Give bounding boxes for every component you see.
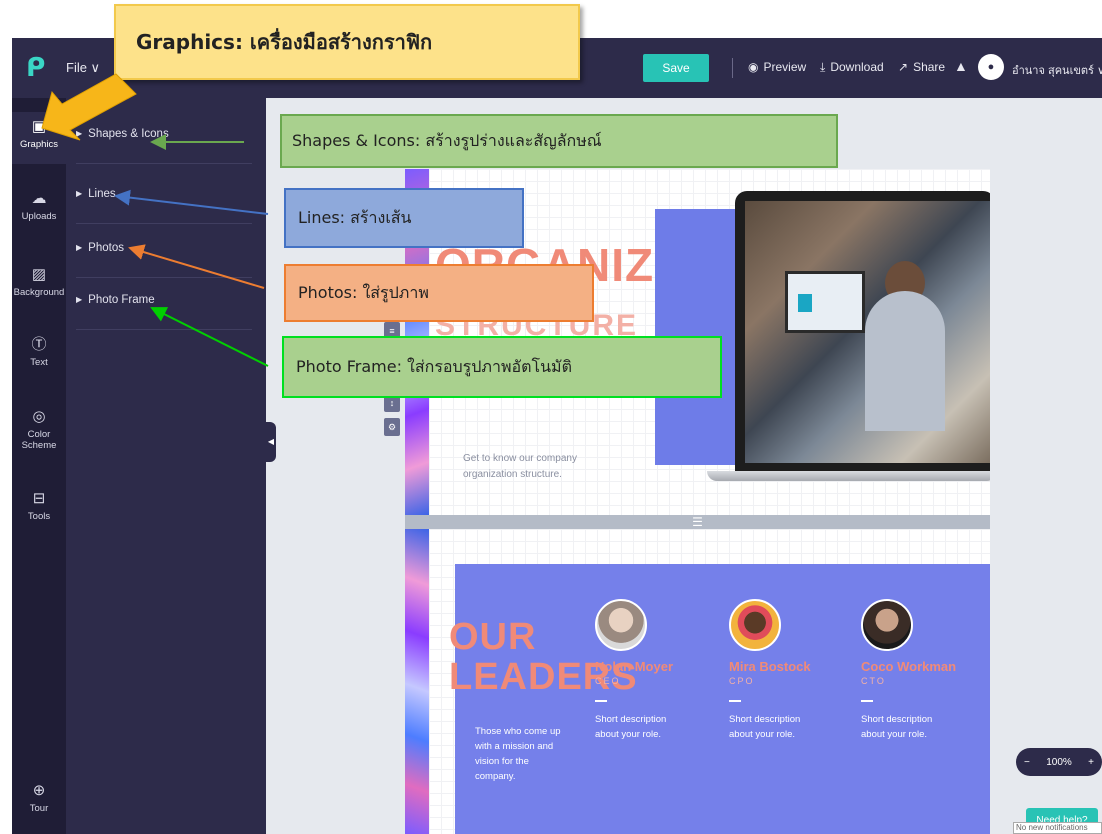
- leader-role: CTO: [861, 676, 886, 686]
- block-drag-handle[interactable]: ☰: [405, 515, 990, 529]
- leader-card[interactable]: Nolan Moyer CEO Short description about …: [595, 599, 715, 742]
- leader-card[interactable]: Coco Workman CTO Short description about…: [861, 599, 981, 742]
- eye-icon: ◉: [748, 60, 759, 74]
- sidebar-item-graphics[interactable]: ▣ Graphics: [12, 112, 66, 164]
- panel-item-photos[interactable]: ▶ Photos: [76, 228, 252, 278]
- sidebar-item-uploads[interactable]: ☁ Uploads: [12, 190, 66, 222]
- avatar: [861, 599, 913, 651]
- app-logo-icon[interactable]: ᑭ: [26, 54, 48, 82]
- caret-right-icon: ▶: [76, 129, 83, 138]
- sidebar-item-color-scheme[interactable]: ◎ Color Scheme: [12, 408, 66, 451]
- notification-note: No new notifications: [1013, 822, 1102, 834]
- divider: [595, 700, 607, 702]
- gradient-stripe: [405, 529, 429, 834]
- sidebar-item-label: Text: [30, 357, 48, 368]
- caret-right-icon: ▶: [76, 243, 83, 252]
- panel-item-label: Lines: [88, 188, 116, 200]
- divider: [861, 700, 873, 702]
- preview-label: Preview: [763, 60, 807, 74]
- sidebar-item-label: Uploads: [21, 211, 57, 222]
- panel-item-label: Photo Frame: [88, 294, 155, 306]
- monitor-in-photo: [785, 271, 865, 333]
- image-icon: ▣: [31, 118, 47, 135]
- divider: [729, 700, 741, 702]
- download-label: Download: [830, 60, 884, 74]
- sidebar-item-tools[interactable]: ⊟ Tools: [12, 490, 66, 522]
- callout-shapes-icons: Shapes & Icons: สร้างรูปร่างและสัญลักษณ์: [280, 114, 838, 168]
- toolbox-icon: ⊟: [32, 490, 46, 507]
- sidebar-item-label: Background: [13, 287, 65, 298]
- text-icon: Ⓣ: [31, 336, 47, 353]
- sidebar-item-label: Tour: [29, 803, 49, 814]
- download-icon: ⤓: [820, 60, 826, 74]
- palette-icon: ◎: [32, 408, 46, 425]
- user-avatar[interactable]: ●: [978, 54, 1004, 80]
- upload-icon: ☁: [31, 190, 47, 207]
- zoom-control: − 100% +: [1016, 748, 1102, 776]
- block-settings-icon[interactable]: ⚙: [384, 418, 400, 436]
- slide-intro[interactable]: Those who come up with a mission and vis…: [475, 724, 565, 784]
- laptop-screen: [735, 191, 990, 471]
- leader-name: Mira Bostock: [729, 659, 811, 674]
- leader-description: Short description about your role.: [861, 714, 933, 740]
- left-icon-bar: ▣ Graphics ☁ Uploads ▨ Background Ⓣ Text…: [12, 98, 66, 834]
- person-in-photo: [865, 291, 945, 431]
- panel-item-shapes-icons[interactable]: ▶ Shapes & Icons: [76, 114, 252, 164]
- sidebar-item-text[interactable]: Ⓣ Text: [12, 336, 66, 368]
- sidebar-item-label: Color Scheme: [21, 429, 57, 451]
- leader-description: Short description about your role.: [595, 714, 667, 740]
- graphics-panel: ▶ Shapes & Icons ▶ Lines ▶ Photos ▶ Photo Fr…: [66, 98, 266, 834]
- background-icon: ▨: [31, 266, 47, 283]
- zoom-in-button[interactable]: +: [1088, 757, 1094, 768]
- slide-description[interactable]: Get to know our company organization str…: [463, 451, 623, 483]
- avatar: [595, 599, 647, 651]
- leader-description: Short description about your role.: [729, 714, 801, 740]
- download-button[interactable]: ⤓ Download: [820, 60, 884, 74]
- share-label: Share: [913, 60, 946, 74]
- leader-role: CPO: [729, 676, 755, 686]
- panel-item-label: Shapes & Icons: [88, 128, 169, 140]
- leader-card[interactable]: Mira Bostock CPO Short description about…: [729, 599, 849, 742]
- notification-bell-icon[interactable]: ▲: [954, 58, 968, 74]
- sidebar-item-label: Tools: [27, 511, 51, 522]
- leader-name: Nolan Moyer: [595, 659, 674, 674]
- callout-photo-frame: Photo Frame: ใส่กรอบรูปภาพอัตโนมัติ: [282, 336, 722, 398]
- laptop-mockup[interactable]: [707, 191, 990, 481]
- sidebar-item-tour[interactable]: ⊕ Tour: [12, 782, 66, 814]
- sidebar-item-background[interactable]: ▨ Background: [12, 266, 66, 298]
- save-button[interactable]: Save: [643, 54, 709, 82]
- sidebar-item-label: Graphics: [19, 139, 58, 150]
- share-button[interactable]: ↗ Share: [898, 60, 945, 74]
- file-menu[interactable]: File ∨: [66, 60, 100, 76]
- user-menu[interactable]: อำนาจ สุคนเขตร์ ∨: [1012, 61, 1102, 79]
- preview-button[interactable]: ◉ Preview: [748, 60, 806, 74]
- slide-our-leaders[interactable]: OUR LEADERS Those who come up with a mis…: [405, 529, 990, 834]
- leader-name: Coco Workman: [861, 659, 957, 674]
- caret-right-icon: ▶: [76, 189, 83, 198]
- screenshot-root: ᑭ File ∨ Save ◉ Preview ⤓ Download ↗ Sha…: [0, 0, 1102, 834]
- office-photo: [745, 201, 990, 463]
- panel-item-lines[interactable]: ▶ Lines: [76, 174, 252, 224]
- panel-collapse-toggle[interactable]: ◀: [266, 422, 276, 462]
- callout-graphics: Graphics: เครื่องมือสร้างกราฟิก: [114, 4, 580, 80]
- toolbar-separator: [732, 58, 733, 78]
- caret-right-icon: ▶: [76, 295, 83, 304]
- zoom-level: 100%: [1046, 756, 1072, 768]
- leader-role: CEO: [595, 676, 621, 686]
- callout-lines: Lines: สร้างเส้น: [284, 188, 524, 248]
- panel-item-label: Photos: [88, 242, 124, 254]
- panel-item-photo-frame[interactable]: ▶ Photo Frame: [76, 280, 252, 330]
- laptop-base: [707, 471, 990, 481]
- avatar: [729, 599, 781, 651]
- callout-photos: Photos: ใส่รูปภาพ: [284, 264, 594, 322]
- share-icon: ↗: [898, 60, 909, 74]
- signpost-icon: ⊕: [32, 782, 46, 799]
- zoom-out-button[interactable]: −: [1024, 757, 1030, 768]
